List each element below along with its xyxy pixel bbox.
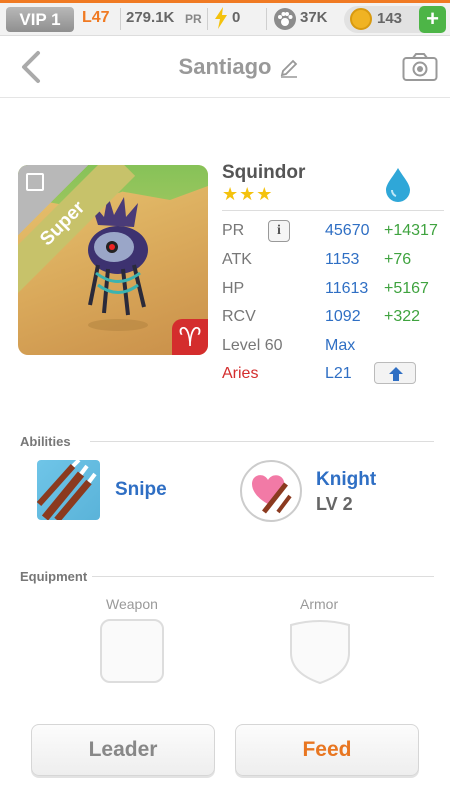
weapon-label: Weapon	[106, 596, 158, 612]
energy-value: 0	[232, 9, 241, 26]
stat-row-atk: ATK 1153 +76	[222, 247, 444, 275]
ability-name[interactable]: Knight	[316, 469, 376, 491]
leader-button[interactable]: Leader	[31, 724, 215, 776]
arrow-up-icon	[389, 367, 403, 381]
divider	[266, 8, 267, 30]
upgrade-sign-button[interactable]	[374, 362, 416, 384]
paw-icon	[274, 8, 296, 30]
monster-card-image[interactable]: Super ♈	[18, 165, 208, 355]
stat-value: 1153	[325, 251, 360, 268]
player-pr-value: 279.1K	[126, 9, 175, 26]
stat-row-pr: PR i 45670 +14317	[222, 218, 444, 246]
stat-bonus: +14317	[384, 222, 438, 239]
stat-row-rcv: RCV 1092 +322	[222, 304, 444, 332]
stat-bonus: +76	[384, 251, 412, 268]
evolve-icon	[26, 173, 44, 191]
ability-level: LV 2	[316, 494, 353, 514]
feed-button[interactable]: Feed	[235, 724, 419, 776]
stat-row-sign: Aries L21	[222, 361, 444, 389]
player-level: L47	[82, 9, 110, 26]
stat-label: RCV	[222, 308, 256, 325]
level-label: Level 60	[222, 337, 283, 354]
weapon-slot[interactable]	[100, 619, 164, 683]
sign-level: L21	[325, 365, 352, 382]
vip-badge[interactable]: VIP 1	[6, 7, 74, 32]
stat-row-hp: HP 11613 +5167	[222, 276, 444, 304]
equipment-section-label: Equipment	[20, 569, 88, 584]
sign-label: Aries	[222, 365, 259, 382]
edit-name-pencil-icon[interactable]	[279, 58, 299, 78]
armor-label: Armor	[300, 596, 339, 612]
stat-bonus: +5167	[384, 280, 429, 297]
stat-label: HP	[222, 280, 245, 297]
aries-sign-icon: ♈	[172, 319, 208, 355]
armor-slot-shield-icon[interactable]	[287, 617, 353, 685]
stat-bonus: +322	[384, 308, 421, 325]
coin-icon	[350, 8, 372, 30]
ability-name[interactable]: Snipe	[115, 479, 167, 501]
stat-row-level: Level 60 Max	[222, 333, 444, 361]
stat-value: 1092	[325, 308, 361, 325]
page-header: Santiago	[0, 36, 450, 98]
stat-value: 11613	[325, 280, 369, 297]
paw-value: 37K	[300, 9, 328, 26]
divider	[207, 8, 208, 30]
abilities-divider	[90, 441, 434, 442]
top-status-bar: VIP 1 L47 279.1K PR 0 37K 143 +	[0, 0, 450, 36]
stat-label: PR	[222, 222, 245, 239]
coin-value: 143	[377, 10, 403, 27]
level-value: Max	[325, 337, 356, 354]
energy-bolt-icon	[215, 7, 227, 29]
divider	[120, 8, 121, 30]
water-drop-icon	[386, 168, 410, 202]
stat-label: ATK	[222, 251, 252, 268]
add-coins-button[interactable]: +	[419, 6, 446, 33]
accent-line	[0, 0, 450, 3]
snipe-ability-icon[interactable]	[37, 460, 100, 520]
rarity-stars: ★★★	[222, 184, 274, 204]
abilities-section-label: Abilities	[20, 434, 71, 449]
info-button[interactable]: i	[268, 220, 290, 242]
camera-icon[interactable]	[402, 52, 438, 82]
pr-unit-label: PR	[185, 12, 202, 26]
monster-name: Squindor	[222, 162, 306, 183]
page-title: Santiago	[178, 54, 272, 79]
stats-divider	[222, 210, 444, 211]
stat-value: 45670	[325, 222, 370, 239]
knight-ability-icon[interactable]	[240, 460, 302, 522]
equipment-divider	[92, 576, 434, 577]
